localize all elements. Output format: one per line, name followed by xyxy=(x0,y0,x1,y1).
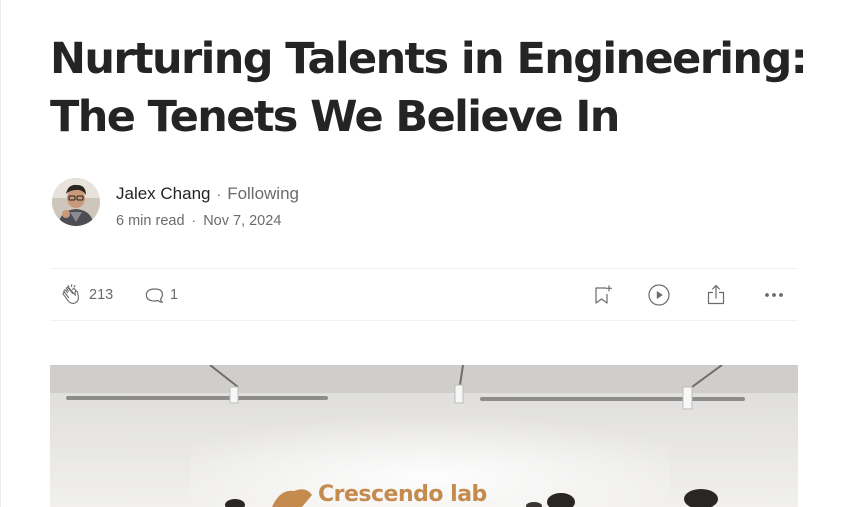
clap-icon xyxy=(60,283,84,307)
author-avatar[interactable] xyxy=(52,178,100,226)
listen-icon xyxy=(647,283,671,307)
author-line: Jalex Chang · Following xyxy=(116,183,299,205)
bookmark-icon xyxy=(591,283,615,307)
save-button[interactable] xyxy=(591,269,615,320)
clap-button[interactable]: 213 xyxy=(60,269,113,320)
article-title-line-1: Nurturing Talents in Engineering: xyxy=(50,34,808,84)
author-name-link[interactable]: Jalex Chang xyxy=(116,184,211,203)
read-time: 6 min read xyxy=(116,213,185,229)
article-title: Nurturing Talents in Engineering: The Te… xyxy=(50,30,810,146)
more-icon xyxy=(763,284,785,306)
response-count: 1 xyxy=(170,286,179,303)
article-page: Nurturing Talents in Engineering: The Te… xyxy=(0,0,852,507)
clap-count: 213 xyxy=(89,286,114,303)
author-block: Jalex Chang · Following 6 min read · Nov 7, … xyxy=(52,178,452,230)
hero-brand-text: Crescendo lab xyxy=(318,482,487,507)
action-bar: 213 1 xyxy=(50,268,798,321)
share-icon xyxy=(704,283,728,307)
separator-dot: · xyxy=(191,212,197,228)
publish-date: Nov 7, 2024 xyxy=(203,213,282,229)
more-options-button[interactable] xyxy=(763,269,785,320)
response-icon xyxy=(143,284,165,306)
hero-image: Crescendo lab xyxy=(50,365,798,507)
share-button[interactable] xyxy=(704,269,728,320)
article-title-line-2: The Tenets We Believe In xyxy=(50,92,620,142)
separator-dot: · xyxy=(216,186,222,202)
article-meta: 6 min read · Nov 7, 2024 xyxy=(116,210,281,231)
responses-button[interactable]: 1 xyxy=(143,269,178,320)
listen-button[interactable] xyxy=(647,269,671,320)
following-button[interactable]: Following xyxy=(227,184,299,203)
